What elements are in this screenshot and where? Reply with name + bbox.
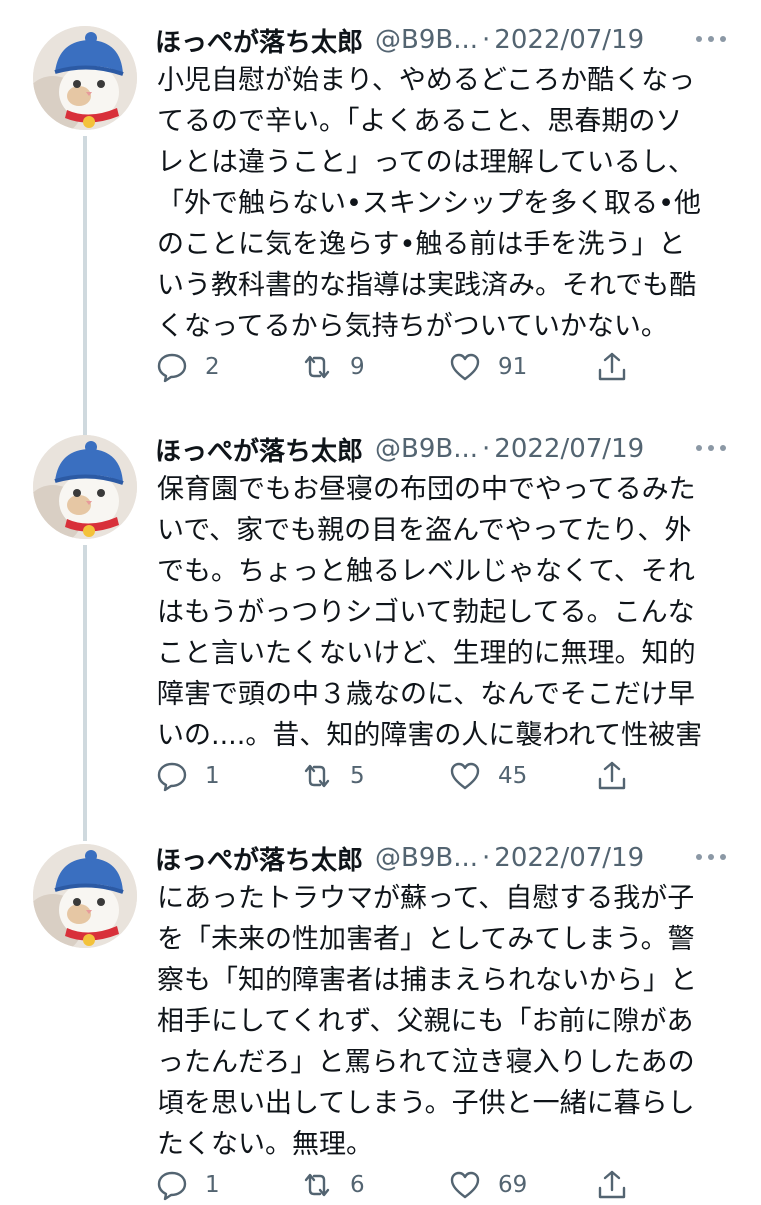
reply-button[interactable]: 1 <box>155 1165 220 1205</box>
reply-count: 1 <box>205 1172 220 1198</box>
share-icon <box>598 352 626 381</box>
retweet-button[interactable]: 6 <box>300 1165 365 1205</box>
retweet-icon <box>304 355 330 379</box>
thread-line <box>83 136 87 442</box>
tweet-actions: 1 5 45 <box>155 756 655 796</box>
retweet-count: 6 <box>350 1172 365 1198</box>
heart-icon <box>450 762 480 790</box>
tweet[interactable]: ほっぺが落ち太郎 @B9B... · 2022/07/19 保育園でもお昼寝の布… <box>0 429 761 841</box>
separator: · <box>482 843 491 873</box>
reply-count: 1 <box>205 763 220 789</box>
tweet[interactable]: ほっぺが落ち太郎 @B9B... · 2022/07/19 にあったトラウマが蘇… <box>0 838 761 1201</box>
tweet-actions: 2 9 91 <box>155 347 655 387</box>
cat-avatar <box>33 844 137 948</box>
share-button[interactable] <box>595 756 629 796</box>
display-name[interactable]: ほっぺが落ち太郎 <box>155 840 363 877</box>
handle[interactable]: @B9B... <box>375 25 478 55</box>
handle[interactable]: @B9B... <box>375 434 478 464</box>
tweet-date[interactable]: 2022/07/19 <box>494 25 644 55</box>
thread-line <box>83 545 87 841</box>
reply-count: 2 <box>205 354 220 380</box>
retweet-count: 5 <box>350 763 365 789</box>
retweet-icon <box>304 764 330 788</box>
retweet-count: 9 <box>350 354 365 380</box>
like-count: 69 <box>498 1172 528 1198</box>
share-icon <box>598 761 626 790</box>
more-icon[interactable] <box>696 441 726 455</box>
tweet-header: ほっぺが落ち太郎 @B9B... · 2022/07/19 <box>155 838 644 878</box>
display-name[interactable]: ほっぺが落ち太郎 <box>155 431 363 468</box>
share-button[interactable] <box>595 347 629 387</box>
heart-icon <box>450 1171 480 1199</box>
tweet-text: 保育園でもお昼寝の布団の中でやってるみた いで、家でも親の目を盗んでやってたり、… <box>157 474 703 751</box>
separator: · <box>482 434 491 464</box>
like-button[interactable]: 45 <box>448 756 527 796</box>
more-icon[interactable] <box>696 32 726 46</box>
retweet-button[interactable]: 5 <box>300 756 365 796</box>
share-button[interactable] <box>595 1165 629 1205</box>
handle[interactable]: @B9B... <box>375 843 478 873</box>
avatar[interactable] <box>33 844 137 948</box>
reply-icon <box>157 762 187 792</box>
avatar[interactable] <box>33 26 137 130</box>
cat-avatar <box>33 435 137 539</box>
tweet-header: ほっぺが落ち太郎 @B9B... · 2022/07/19 <box>155 20 644 60</box>
share-icon <box>598 1170 626 1199</box>
tweet-actions: 1 6 69 <box>155 1165 655 1205</box>
avatar[interactable] <box>33 435 137 539</box>
tweet-text: にあったトラウマが蘇って、自慰する我が子 を「未来の性加害者」としてみてしまう。… <box>157 883 697 1160</box>
reply-button[interactable]: 2 <box>155 347 220 387</box>
tweet-date[interactable]: 2022/07/19 <box>494 843 644 873</box>
reply-icon <box>157 1171 187 1201</box>
more-icon[interactable] <box>696 850 726 864</box>
separator: · <box>482 25 491 55</box>
reply-button[interactable]: 1 <box>155 756 220 796</box>
like-count: 45 <box>498 763 528 789</box>
like-button[interactable]: 91 <box>448 347 527 387</box>
tweet[interactable]: ほっぺが落ち太郎 @B9B... · 2022/07/19 小児自慰が始まり、や… <box>0 20 761 442</box>
like-button[interactable]: 69 <box>448 1165 527 1205</box>
tweet-date[interactable]: 2022/07/19 <box>494 434 644 464</box>
tweet-text: 小児自慰が始まり、やめるどころか酷くなっ てるので辛い。「よくあること、思春期の… <box>157 65 702 342</box>
reply-icon <box>157 353 187 383</box>
cat-avatar <box>33 26 137 130</box>
like-count: 91 <box>498 354 528 380</box>
retweet-icon <box>304 1173 330 1197</box>
retweet-button[interactable]: 9 <box>300 347 365 387</box>
tweet-header: ほっぺが落ち太郎 @B9B... · 2022/07/19 <box>155 429 644 469</box>
display-name[interactable]: ほっぺが落ち太郎 <box>155 22 363 59</box>
heart-icon <box>450 353 480 381</box>
